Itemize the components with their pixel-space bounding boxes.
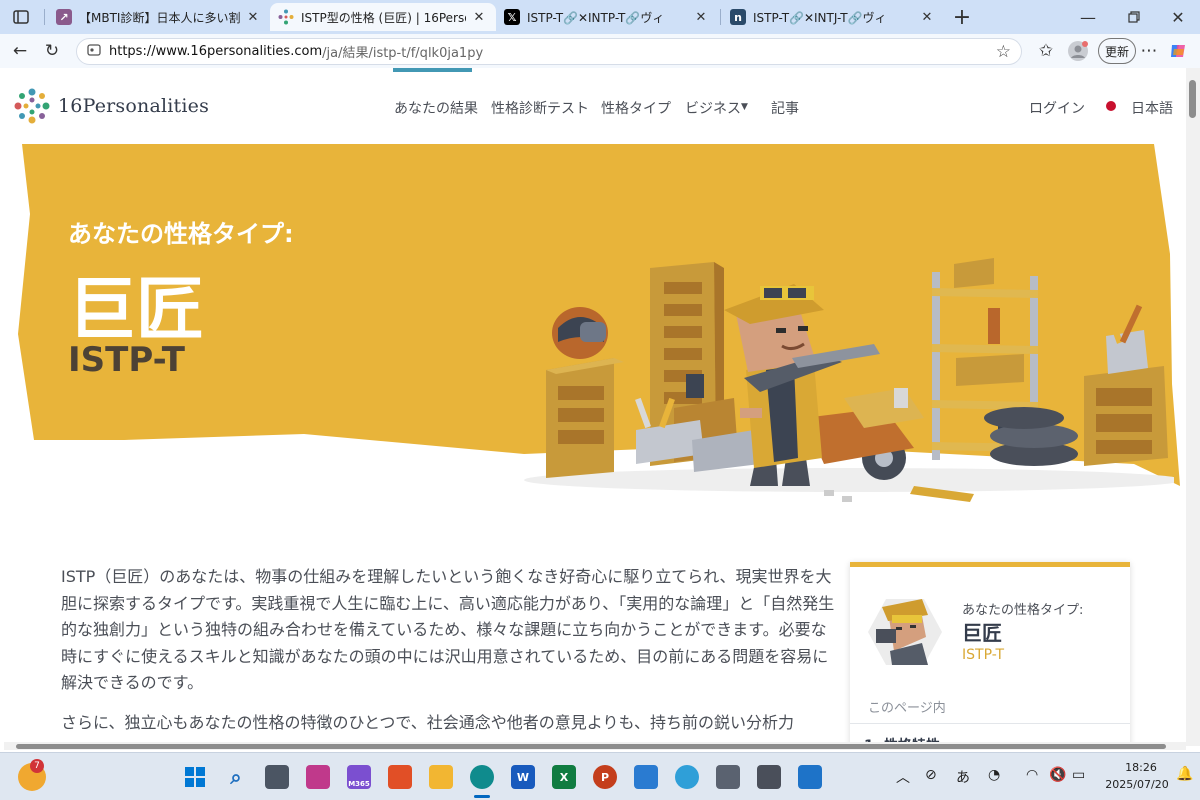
tab-title: ISTP-T🔗✕INTP-T🔗ヴィ <box>527 10 665 25</box>
tab-title: ISTP-T🔗✕INTJ-T🔗ヴィ <box>753 10 887 25</box>
show-hidden-icons-icon[interactable]: ︿ <box>896 767 910 787</box>
reload-icon[interactable]: ↻ <box>40 39 64 63</box>
snipping-tool-icon[interactable] <box>798 765 822 789</box>
toc-divider <box>850 723 1130 724</box>
notification-bell-icon[interactable]: 🔔 <box>1176 766 1193 782</box>
close-tab-icon[interactable]: ✕ <box>244 10 262 25</box>
x-favicon-icon: 𝕏 <box>504 9 520 25</box>
close-tab-icon[interactable]: ✕ <box>918 10 936 25</box>
close-tab-icon[interactable]: ✕ <box>692 10 710 25</box>
nav-personality-test[interactable]: 性格診断テスト <box>491 98 589 118</box>
horizontal-scroll-thumb[interactable] <box>16 744 1166 749</box>
login-link[interactable]: ログイン <box>1029 98 1085 118</box>
logo-text: 16Personalities <box>58 95 210 117</box>
toc-title: このページ内 <box>868 701 946 716</box>
vertical-scroll-thumb[interactable] <box>1189 80 1196 118</box>
tab-title: 【MBTI診断】日本人に多い割合タイプ <box>79 10 240 25</box>
close-tab-icon[interactable]: ✕ <box>470 10 488 25</box>
notification-badge: 7 <box>30 759 44 773</box>
nav-personality-types[interactable]: 性格タイプ <box>601 98 671 118</box>
virtuoso-avatar <box>868 599 942 665</box>
browser-tab-x-post[interactable]: 𝕏 ISTP-T🔗✕INTP-T🔗ヴィ ✕ <box>496 3 718 31</box>
url-path: /ja/結果/istp-t/f/qlk0ja1py <box>322 46 484 61</box>
search-icon[interactable]: ⌕ <box>224 765 248 789</box>
arrow-favicon-icon: ↗ <box>56 9 72 25</box>
16personalities-logo-icon <box>14 88 50 124</box>
url-host: https://www.16personalities.com <box>109 44 323 59</box>
volume-muted-icon[interactable]: 🔇 <box>1049 767 1066 783</box>
nav-business[interactable]: ビジネス <box>685 98 741 118</box>
site-header: 16Personalities あなたの結果 性格診断テスト 性格タイプ ビジネ… <box>4 68 1186 144</box>
n-favicon-icon: n <box>730 9 746 25</box>
profile-avatar[interactable] <box>1066 39 1090 63</box>
favorite-star-icon[interactable]: ☆ <box>996 42 1011 62</box>
edge-icon[interactable] <box>470 765 494 789</box>
nav-articles[interactable]: 記事 <box>771 98 799 118</box>
photos-icon[interactable] <box>675 765 699 789</box>
powerpoint-icon[interactable]: P <box>593 765 617 789</box>
card-type-code: ISTP-T <box>962 647 1005 663</box>
calculator-icon[interactable] <box>757 765 781 789</box>
m365-label: M365 <box>348 780 370 788</box>
copilot-icon[interactable] <box>1166 39 1190 63</box>
ime-indicator[interactable]: あ <box>956 767 970 787</box>
browser-tab-note-post[interactable]: n ISTP-T🔗✕INTJ-T🔗ヴィ ✕ <box>722 3 944 31</box>
windows-taskbar: 7 ⌕ M365 W X P ︿ ⊘ あ ◔ ◠ 🔇 ▭ 18:26 2025/… <box>0 752 1200 800</box>
japan-flag-icon <box>1106 101 1116 111</box>
card-kicker: あなたの性格タイプ: <box>962 603 1084 618</box>
m365-icon[interactable]: M365 <box>347 765 371 789</box>
hero-kicker: あなたの性格タイプ: <box>68 220 294 248</box>
hero-type-code: ISTP-T <box>68 340 185 380</box>
restore-icon[interactable] <box>1122 6 1146 28</box>
browser-tab-16personalities[interactable]: ISTP型の性格 (巨匠) | 16Personalit ✕ <box>270 3 496 31</box>
new-tab-icon[interactable]: + <box>950 5 974 30</box>
back-icon[interactable]: ← <box>8 39 32 63</box>
language-selector[interactable]: 日本語 <box>1131 98 1173 118</box>
clock-time[interactable]: 18:26 <box>1108 761 1174 774</box>
word-icon[interactable]: W <box>511 765 535 789</box>
network-off-icon[interactable]: ⊘ <box>925 767 937 783</box>
16personalities-favicon-icon <box>278 9 294 25</box>
notepad-icon[interactable] <box>634 765 658 789</box>
browser-tab-strip: ↗ 【MBTI診断】日本人に多い割合タイプ ✕ ISTP型の性格 (巨匠) | … <box>0 0 1200 34</box>
type-summary-card: あなたの性格タイプ: 巨匠 ISTP-T このページ内 1. 性格特性 <box>850 562 1130 746</box>
virtuoso-workshop-illustration <box>524 258 1174 502</box>
update-button[interactable]: 更新 <box>1098 38 1136 64</box>
minimize-icon[interactable]: — <box>1076 6 1100 28</box>
ime-mode-icon[interactable]: ◔ <box>988 767 1000 783</box>
close-window-icon[interactable]: ✕ <box>1166 6 1190 28</box>
chevron-down-icon: ▼ <box>741 102 748 112</box>
nav-active-indicator <box>393 68 472 72</box>
task-view-icon[interactable] <box>265 765 289 789</box>
nav-your-results[interactable]: あなたの結果 <box>394 98 478 118</box>
start-button-icon[interactable] <box>183 765 207 789</box>
edge-active-indicator <box>474 795 490 798</box>
intro-paragraph: ISTP（巨匠）のあなたは、物事の仕組みを理解したいという飽くなき好奇心に駆り立… <box>61 567 835 692</box>
second-paragraph: さらに、独立心もあなたの性格の特徴のひとつで、社会通念や他者の意見よりも、持ち前… <box>61 713 794 732</box>
web-page: 16Personalities あなたの結果 性格診断テスト 性格タイプ ビジネ… <box>4 68 1186 746</box>
address-bar[interactable]: https://www.16personalities.com/ja/結果/is… <box>76 38 1022 65</box>
browser-toolbar: ← ↻ https://www.16personalities.com/ja/結… <box>0 34 1200 68</box>
tab-actions-icon[interactable] <box>10 6 32 28</box>
site-logo[interactable]: 16Personalities <box>12 86 209 126</box>
site-info-icon[interactable] <box>87 43 101 60</box>
battery-icon[interactable]: ▭ <box>1072 767 1085 783</box>
more-menu-icon[interactable]: ⋯ <box>1138 39 1160 63</box>
file-explorer-icon[interactable] <box>429 765 453 789</box>
store-icon[interactable] <box>388 765 412 789</box>
copilot-taskbar-icon[interactable] <box>306 765 330 789</box>
camera-icon[interactable] <box>716 765 740 789</box>
excel-icon[interactable]: X <box>552 765 576 789</box>
favorites-icon[interactable]: ✩ <box>1034 39 1058 63</box>
wifi-icon[interactable]: ◠ <box>1026 767 1038 783</box>
card-type-name: 巨匠 <box>962 621 1002 645</box>
browser-tab-mbti-article[interactable]: ↗ 【MBTI診断】日本人に多い割合タイプ ✕ <box>48 3 270 31</box>
tab-title: ISTP型の性格 (巨匠) | 16Personalit <box>301 10 466 25</box>
vertical-scrollbar[interactable] <box>1186 68 1200 746</box>
hero-type-name: 巨匠 <box>68 271 205 350</box>
clock-date[interactable]: 2025/07/20 <box>1100 778 1174 791</box>
